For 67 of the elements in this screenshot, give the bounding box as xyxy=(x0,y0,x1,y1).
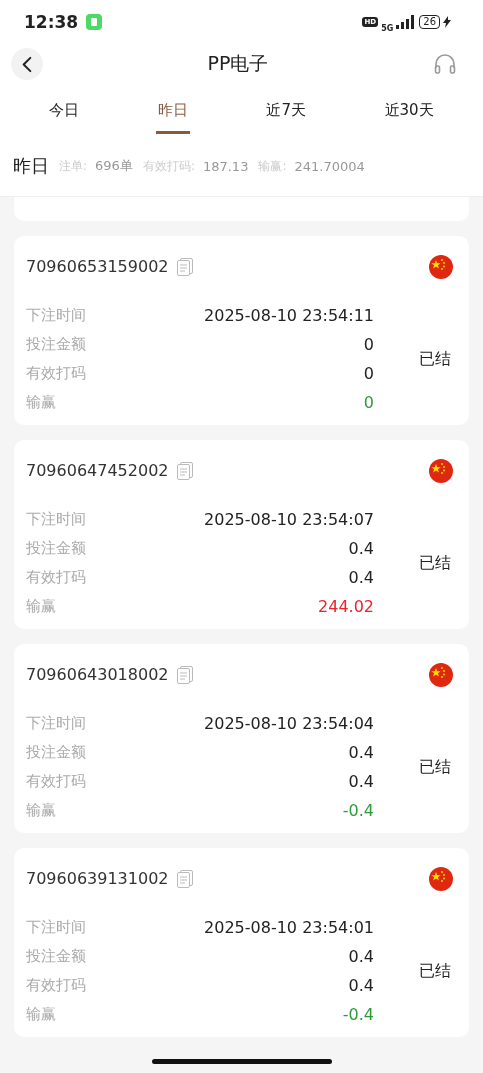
flag-icon xyxy=(429,662,453,687)
field-value: 2025-08-10 23:54:01 xyxy=(203,917,374,938)
period-tab[interactable]: 昨日 xyxy=(155,100,190,134)
field-value: 0.4 xyxy=(347,538,374,559)
field-value: -0.4 xyxy=(341,1004,374,1025)
charging-icon xyxy=(443,16,451,28)
back-icon[interactable] xyxy=(22,55,32,73)
field-label: 下注时间 xyxy=(26,509,86,530)
field-label: 输赢 xyxy=(26,596,57,617)
summary-period: 昨日 xyxy=(13,154,49,178)
field-value: 0 xyxy=(362,363,374,384)
home-indicator[interactable] xyxy=(151,1059,332,1064)
summary-value: 696单 xyxy=(95,157,133,175)
settle-status: 已结 xyxy=(419,348,451,370)
headset-icon[interactable] xyxy=(433,52,457,76)
copy-icon[interactable] xyxy=(176,665,193,684)
signal-icon xyxy=(396,15,417,29)
field-label: 投注金额 xyxy=(26,946,86,967)
field-label: 有效打码 xyxy=(26,975,86,996)
order-number: 70960653159002 xyxy=(26,257,169,276)
field-label: 下注时间 xyxy=(26,305,86,326)
field-value: 0.4 xyxy=(347,975,374,996)
network-label: 5G xyxy=(381,23,394,33)
flag-icon xyxy=(429,866,453,891)
summary-value: 187.13 xyxy=(202,158,249,174)
field-label: 有效打码 xyxy=(26,771,86,792)
field-value: 0.4 xyxy=(347,771,374,792)
settle-status: 已结 xyxy=(419,960,451,982)
settle-status: 已结 xyxy=(419,756,451,778)
page-title: PP电子 xyxy=(207,51,269,76)
field-label: 有效打码 xyxy=(26,567,86,588)
order-number: 70960643018002 xyxy=(26,665,169,684)
field-value: 2025-08-10 23:54:11 xyxy=(203,305,374,326)
field-label: 输赢 xyxy=(26,392,57,413)
battery-level: 26 xyxy=(419,15,440,29)
clock-time: 12:38 xyxy=(24,12,79,32)
copy-icon[interactable] xyxy=(176,257,193,276)
flag-icon xyxy=(429,254,453,279)
field-label: 输赢 xyxy=(26,800,57,821)
settle-status: 已结 xyxy=(419,552,451,574)
field-label: 投注金额 xyxy=(26,334,86,355)
flag-icon xyxy=(429,458,453,483)
period-tab[interactable]: 近7天 xyxy=(264,100,308,134)
field-value: 0.4 xyxy=(347,742,374,763)
period-tab[interactable]: 近30天 xyxy=(382,100,436,134)
field-label: 下注时间 xyxy=(26,917,86,938)
field-value: -0.4 xyxy=(341,800,374,821)
back-button[interactable] xyxy=(11,48,43,80)
field-value: 0 xyxy=(362,334,374,355)
copy-icon[interactable] xyxy=(176,869,193,888)
field-label: 投注金额 xyxy=(26,742,86,763)
notification-icon xyxy=(86,14,103,30)
field-label: 下注时间 xyxy=(26,713,86,734)
field-label: 有效打码 xyxy=(26,363,86,384)
summary-value: 241.70004 xyxy=(294,158,365,174)
order-number: 70960647452002 xyxy=(26,461,169,480)
field-value: 0.4 xyxy=(347,946,374,967)
field-value: 0.4 xyxy=(347,567,374,588)
order-number: 70960639131002 xyxy=(26,869,169,888)
field-value: 0 xyxy=(362,392,374,413)
field-value: 2025-08-10 23:54:07 xyxy=(203,509,374,530)
field-value: 2025-08-10 23:54:04 xyxy=(203,713,374,734)
period-tab[interactable]: 今日 xyxy=(47,100,82,134)
field-value: 244.02 xyxy=(317,596,374,617)
copy-icon[interactable] xyxy=(176,461,193,480)
field-label: 输赢 xyxy=(26,1004,57,1025)
field-label: 投注金额 xyxy=(26,538,86,559)
